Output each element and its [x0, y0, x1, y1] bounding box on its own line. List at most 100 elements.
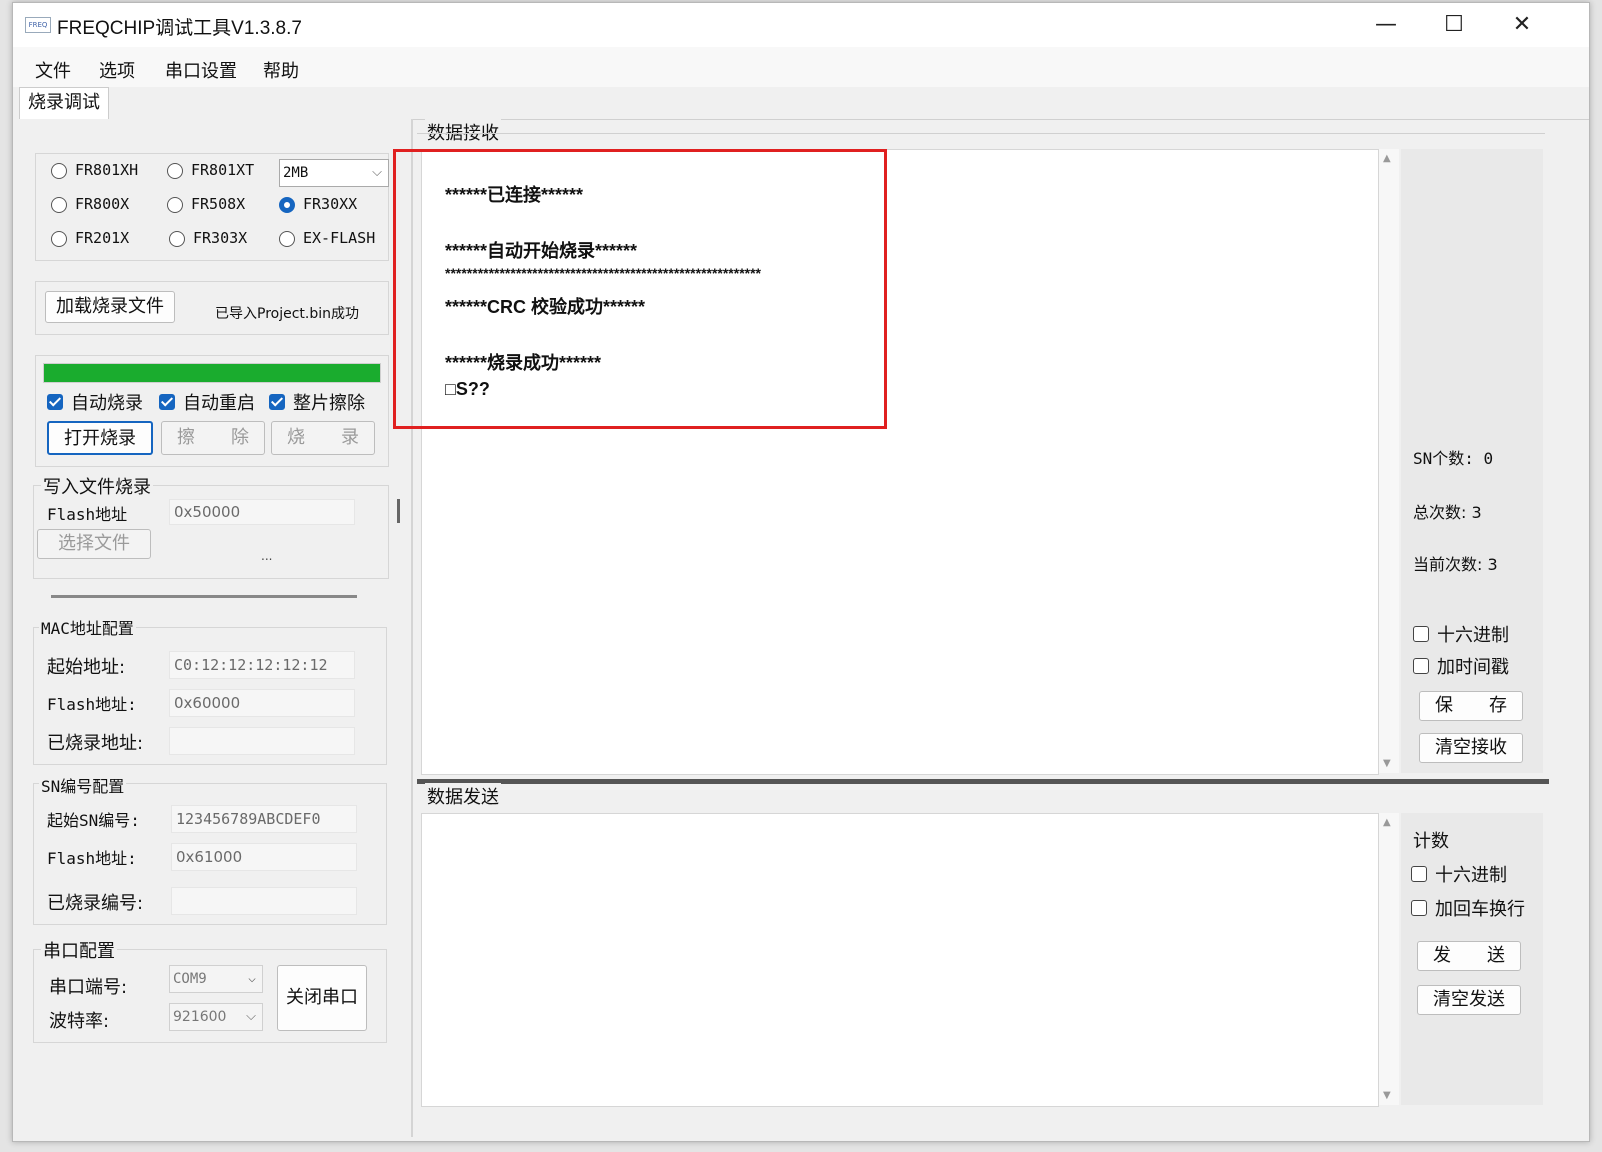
sn-flash-field[interactable]: 0x61000	[171, 843, 357, 871]
sn-start-label: 起始SN编号:	[47, 811, 140, 830]
mac-start-label: 起始地址:	[47, 657, 126, 678]
radio-label: FR201X	[75, 229, 130, 247]
title-bar: FREQ FREQCHIP调试工具V1.3.8.7 — ☐ ✕	[13, 3, 1589, 47]
minimize-button[interactable]: —	[1353, 3, 1419, 47]
auto-restart-checkbox[interactable]: 自动重启	[159, 389, 255, 415]
close-button[interactable]: ✕	[1489, 3, 1555, 47]
mac-flash-label: Flash地址:	[47, 695, 137, 714]
menu-bar: 文件 选项 串口设置 帮助	[13, 47, 1589, 87]
send-text-area[interactable]	[421, 813, 1379, 1107]
crlf-checkbox[interactable]: 加回车换行	[1411, 895, 1525, 921]
current-count: 当前次数: 3	[1413, 555, 1498, 574]
radio-dot-icon	[167, 162, 183, 179]
baud-rate-select[interactable]: 921600 ⌵	[169, 1003, 263, 1031]
radio-dot-icon	[279, 230, 295, 247]
checkbox-label: 十六进制	[1437, 625, 1509, 646]
maximize-button[interactable]: ☐	[1421, 3, 1487, 47]
scroll-down-icon: ▼	[1383, 1090, 1391, 1101]
total-count: 总次数: 3	[1413, 503, 1482, 522]
radio-ex-flash[interactable]: EX-FLASH	[279, 229, 375, 247]
mac-flash-field[interactable]: 0x60000	[169, 689, 355, 717]
sn-config-title: SN编号配置	[39, 773, 127, 797]
serial-config-title: 串口配置	[41, 937, 117, 963]
checkbox-icon	[1413, 658, 1429, 674]
menu-file[interactable]: 文件	[35, 57, 71, 83]
mac-burned-field[interactable]	[169, 727, 355, 755]
checkbox-icon	[1413, 626, 1429, 642]
receive-line: ****************************************…	[445, 265, 761, 281]
scrollbar-thumb[interactable]	[397, 499, 400, 523]
radio-fr801xt[interactable]: FR801XT	[167, 161, 254, 179]
flash-size-select[interactable]: 2MB ⌵	[279, 159, 389, 187]
checkbox-checked-icon	[269, 394, 285, 410]
send-count-label: 计数	[1413, 831, 1449, 852]
baud-rate-label: 波特率:	[49, 1011, 110, 1032]
chevron-down-icon: ⌵	[372, 165, 382, 180]
radio-label: FR801XT	[191, 161, 255, 179]
radio-fr800x[interactable]: FR800X	[51, 195, 129, 213]
radio-fr201x[interactable]: FR201X	[51, 229, 129, 247]
close-serial-button[interactable]: 关闭串口	[277, 965, 367, 1031]
load-burn-file-button[interactable]: 加载烧录文件	[45, 291, 175, 323]
tab-strip: 烧录调试	[13, 87, 1589, 120]
checkbox-label: 自动重启	[183, 393, 255, 414]
checkbox-label: 加时间戳	[1437, 657, 1509, 678]
menu-help[interactable]: 帮助	[263, 57, 299, 83]
tab-burn-debug[interactable]: 烧录调试	[19, 87, 109, 120]
full-erase-checkbox[interactable]: 整片擦除	[269, 389, 365, 415]
mac-start-field[interactable]: C0:12:12:12:12:12	[169, 651, 355, 679]
checkbox-label: 加回车换行	[1435, 899, 1525, 920]
send-hex-checkbox[interactable]: 十六进制	[1411, 861, 1507, 887]
send-scrollbar[interactable]: ▲ ▼	[1379, 813, 1399, 1105]
clear-receive-button[interactable]: 清空接收	[1419, 733, 1523, 763]
divider-line	[51, 595, 357, 598]
write-flash-field[interactable]: 0x50000	[169, 499, 355, 525]
receive-scrollbar[interactable]: ▲ ▼	[1379, 149, 1399, 773]
progress-fill	[44, 364, 380, 382]
radio-dot-icon	[51, 196, 67, 213]
send-title: 数据发送	[425, 783, 501, 809]
checkbox-label: 自动烧录	[71, 393, 143, 414]
checkbox-checked-icon	[47, 394, 63, 410]
send-button[interactable]: 发 送	[1417, 941, 1521, 971]
radio-dot-icon	[51, 230, 67, 247]
menu-options[interactable]: 选项	[99, 57, 135, 83]
radio-fr303x[interactable]: FR303X	[169, 229, 247, 247]
mac-burned-label: 已烧录地址:	[47, 733, 144, 754]
menu-serial-settings[interactable]: 串口设置	[165, 57, 237, 83]
serial-port-label: 串口端号:	[49, 977, 128, 998]
erase-button[interactable]: 擦 除	[161, 421, 265, 455]
receive-line: □S??	[445, 379, 490, 399]
sn-start-field[interactable]: 123456789ABCDEF0	[171, 805, 357, 833]
radio-label: FR508X	[191, 195, 246, 213]
radio-fr30xx[interactable]: FR30XX	[279, 195, 357, 213]
receive-group-line	[417, 133, 1545, 134]
radio-fr801xh[interactable]: FR801XH	[51, 161, 138, 179]
select-file-button[interactable]: 选择文件	[37, 529, 151, 559]
radio-fr508x[interactable]: FR508X	[167, 195, 245, 213]
save-button[interactable]: 保 存	[1419, 691, 1523, 721]
clear-send-button[interactable]: 清空发送	[1417, 985, 1521, 1015]
scroll-up-icon: ▲	[1383, 153, 1391, 164]
scroll-down-icon: ▼	[1383, 758, 1391, 769]
horizontal-splitter[interactable]	[417, 779, 1549, 784]
receive-hex-checkbox[interactable]: 十六进制	[1413, 621, 1509, 647]
receive-line: ******烧录成功******	[445, 353, 602, 373]
mac-config-title: MAC地址配置	[39, 615, 136, 639]
checkbox-label: 整片擦除	[293, 393, 365, 414]
receive-line: ******CRC 校验成功******	[445, 297, 646, 317]
app-window: FREQ FREQCHIP调试工具V1.3.8.7 — ☐ ✕ 文件 选项 串口…	[12, 2, 1590, 1142]
receive-line: ******自动开始烧录******	[445, 241, 638, 261]
serial-port-select[interactable]: COM9 ⌵	[169, 965, 263, 993]
burn-button[interactable]: 烧 录	[271, 421, 375, 455]
auto-burn-checkbox[interactable]: 自动烧录	[47, 389, 143, 415]
sn-burned-field[interactable]	[171, 887, 357, 915]
open-burn-button[interactable]: 打开烧录	[47, 421, 153, 455]
checkbox-checked-icon	[159, 394, 175, 410]
checkbox-icon	[1411, 900, 1427, 916]
receive-line: ******已连接******	[445, 185, 584, 205]
sn-flash-label: Flash地址:	[47, 849, 137, 868]
write-file-title: 写入文件烧录	[41, 473, 153, 499]
radio-label: FR800X	[75, 195, 130, 213]
timestamp-checkbox[interactable]: 加时间戳	[1413, 653, 1509, 679]
